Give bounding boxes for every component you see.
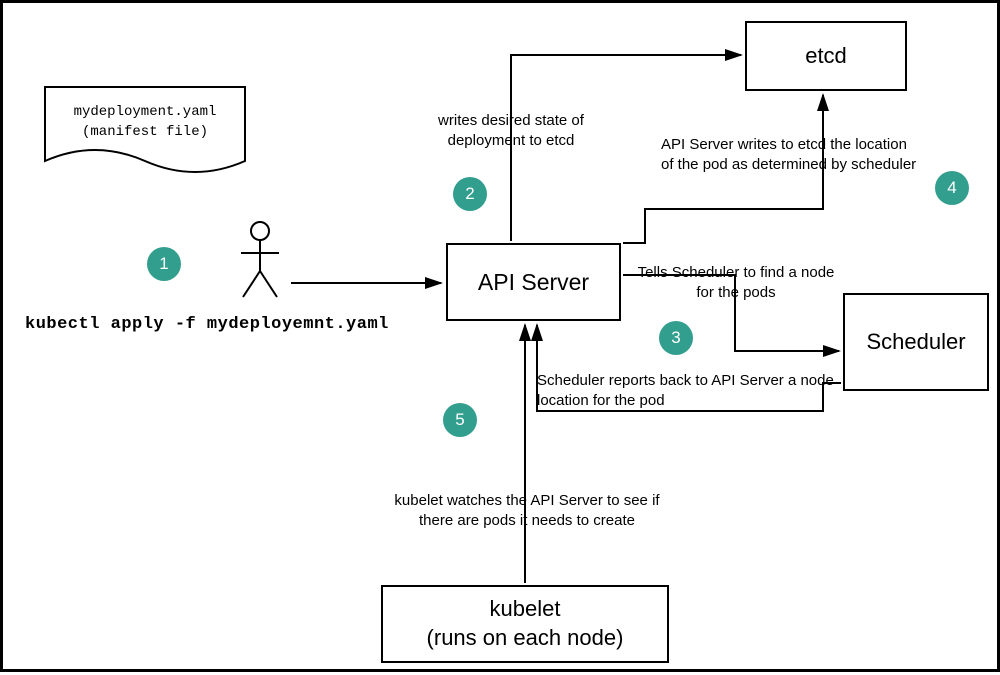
kubectl-command: kubectl apply -f mydeployemnt.yaml [25, 315, 389, 334]
user-icon [235, 219, 285, 299]
step-badge-3: 3 [659, 321, 693, 355]
label-scheduler-reports: Scheduler reports back to API Server a n… [537, 371, 847, 412]
etcd-label: etcd [805, 43, 847, 69]
step-badge-2: 2 [453, 177, 487, 211]
kubelet-box: kubelet (runs on each node) [381, 585, 669, 663]
step-badge-5: 5 [443, 403, 477, 437]
label-tells-scheduler: Tells Scheduler to find a node for the p… [631, 263, 841, 304]
step-badge-1: 1 [147, 247, 181, 281]
kubelet-label-1: kubelet [490, 595, 561, 624]
api-server-label: API Server [478, 269, 589, 296]
scheduler-box: Scheduler [843, 293, 989, 391]
label-kubelet-watches: kubelet watches the API Server to see if… [387, 491, 667, 532]
scheduler-label: Scheduler [866, 329, 965, 355]
manifest-filename: mydeployment.yaml [74, 104, 217, 120]
manifest-note: mydeployment.yaml (manifest file) [45, 103, 245, 142]
api-server-box: API Server [446, 243, 621, 321]
diagram-frame: mydeployment.yaml (manifest file) kubect… [0, 0, 1000, 672]
step-badge-4: 4 [935, 171, 969, 205]
manifest-caption: (manifest file) [82, 124, 208, 140]
etcd-box: etcd [745, 21, 907, 91]
label-writes-location: API Server writes to etcd the location o… [661, 135, 921, 176]
kubelet-label-2: (runs on each node) [427, 624, 624, 653]
label-write-state: writes desired state of deployment to et… [421, 111, 601, 152]
